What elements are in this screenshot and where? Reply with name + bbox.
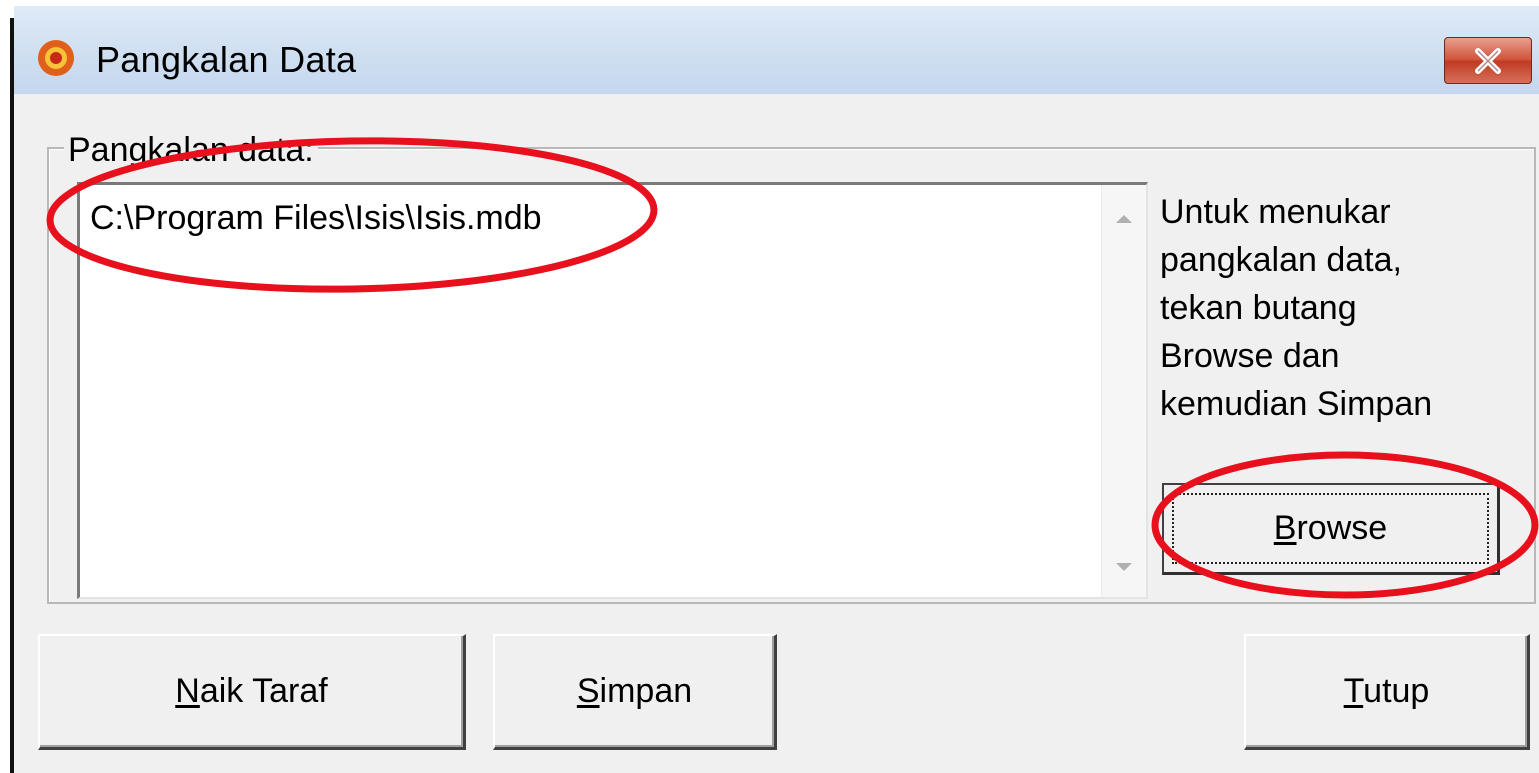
scroll-up-icon[interactable] [1116,215,1132,223]
close-icon [1475,47,1501,74]
scroll-down-icon[interactable] [1116,563,1132,571]
list-item[interactable]: C:\Program Files\Isis\Isis.mdb [90,199,542,238]
simpan-button[interactable]: Simpan [493,634,777,750]
instructions-text: Untuk menukar pangkalan data, tekan buta… [1160,188,1520,428]
tutup-button[interactable]: Tutup [1244,634,1530,750]
browse-button[interactable]: Browse [1162,483,1500,575]
vertical-scrollbar[interactable] [1101,185,1146,597]
instructions-line: Untuk menukar [1160,193,1391,231]
database-path-list[interactable]: C:\Program Files\Isis\Isis.mdb [77,182,1148,599]
instructions-line: kemudian Simpan [1160,385,1433,423]
window-title: Pangkalan Data [96,39,357,80]
instructions-line: pangkalan data, [1160,241,1402,279]
app-logo-icon [38,40,74,76]
naik-taraf-label: Naik Taraf [175,672,328,710]
title-bar[interactable]: Pangkalan Data [14,6,1539,94]
browse-label: Browse [1273,509,1388,547]
browse-focus-rect: Browse [1172,493,1489,564]
simpan-label: Simpan [576,672,693,710]
dialog-window: Pangkalan Data Pangkalan data: C:\Progra… [14,6,1539,773]
database-group-label: Pangkalan data: [64,130,318,170]
naik-taraf-button[interactable]: Naik Taraf [38,634,466,750]
tutup-label: Tutup [1343,672,1430,710]
instructions-line: Browse dan [1160,337,1340,375]
close-button[interactable] [1444,37,1532,84]
instructions-line: tekan butang [1160,289,1357,327]
